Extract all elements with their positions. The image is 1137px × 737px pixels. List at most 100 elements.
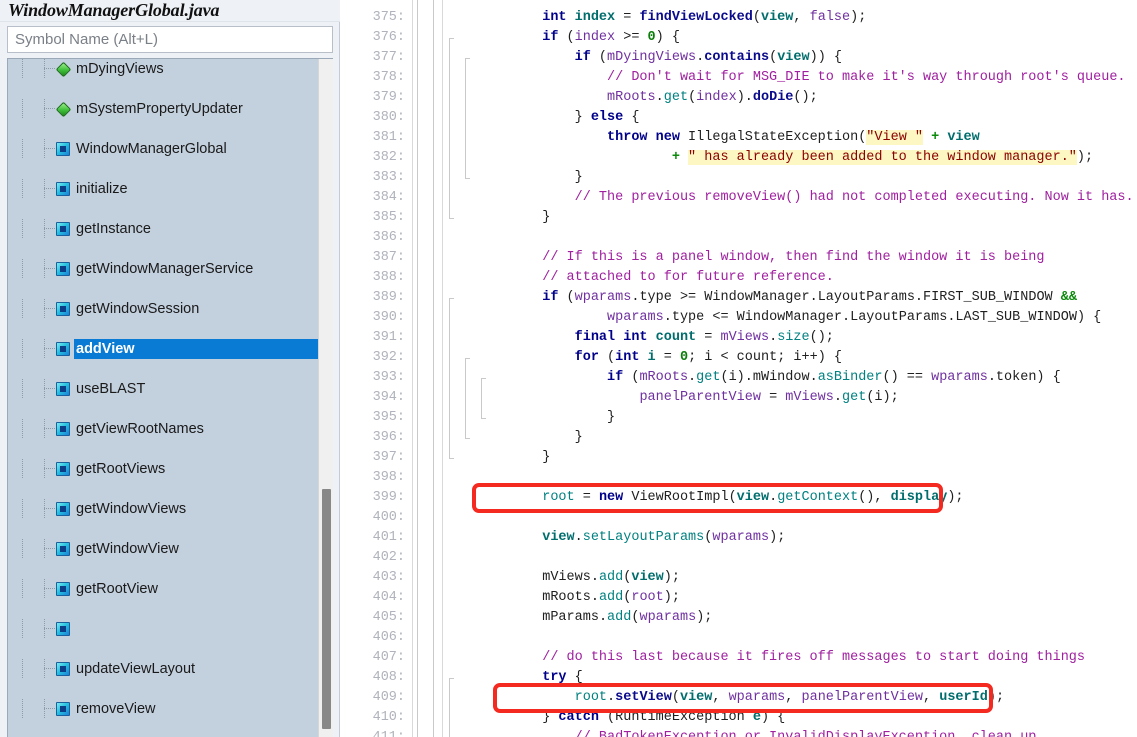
tree-item-getwindowview[interactable]: getWindowView bbox=[8, 539, 319, 559]
fold-guide-cap bbox=[449, 678, 454, 679]
line-number: 395: bbox=[372, 410, 405, 425]
method-icon bbox=[56, 302, 70, 316]
tree-item-getviewrootnames[interactable]: getViewRootNames bbox=[8, 419, 319, 439]
tree-indent-guide bbox=[22, 339, 23, 359]
tree-scrollbar-thumb[interactable] bbox=[322, 489, 331, 729]
fold-guide bbox=[449, 298, 450, 458]
tree-item-msystempropertyupdater[interactable]: mSystemPropertyUpdater bbox=[8, 99, 319, 119]
outline-tree[interactable]: mDyingViews mSystemPropertyUpdater WindowM… bbox=[7, 58, 333, 737]
fold-guide-cap bbox=[481, 418, 486, 419]
code-line[interactable]: 379: mRoots.get(index).doDie(); bbox=[341, 88, 1137, 108]
code-line[interactable]: 392: for (int i = 0; i < count; i++) { bbox=[341, 348, 1137, 368]
code-line[interactable]: 401: view.setLayoutParams(wparams); bbox=[341, 528, 1137, 548]
code-line[interactable]: 405: mParams.add(wparams); bbox=[341, 608, 1137, 628]
tree-indent-guide bbox=[22, 299, 23, 319]
tree-elbow bbox=[44, 708, 55, 709]
tree-elbow bbox=[44, 348, 55, 349]
code-line[interactable]: 397: } bbox=[341, 448, 1137, 468]
tree-scrollbar-track[interactable] bbox=[318, 59, 333, 737]
line-number: 393: bbox=[372, 370, 405, 385]
tree-item-getinstance[interactable]: getInstance bbox=[8, 219, 319, 239]
code-line[interactable]: 410: } catch (RuntimeException e) { bbox=[341, 708, 1137, 728]
code-line[interactable]: 400: bbox=[341, 508, 1137, 528]
tree-elbow bbox=[44, 188, 55, 189]
code-text: } else { bbox=[574, 110, 640, 125]
code-line[interactable]: 395: } bbox=[341, 408, 1137, 428]
tree-item-label: getRootView bbox=[76, 581, 158, 597]
code-line[interactable]: 396: } bbox=[341, 428, 1137, 448]
tree-item-initialize[interactable]: initialize bbox=[8, 179, 319, 199]
tree-elbow bbox=[44, 508, 55, 509]
code-line[interactable]: 403: mViews.add(view); bbox=[341, 568, 1137, 588]
code-line[interactable]: 399: root = new ViewRootImpl(view.getCon… bbox=[341, 488, 1137, 508]
code-line[interactable]: 402: bbox=[341, 548, 1137, 568]
code-line[interactable]: 393: if (mRoots.get(i).mWindow.asBinder(… bbox=[341, 368, 1137, 388]
fold-guide-cap bbox=[449, 298, 454, 299]
tree-item-label: getWindowViews bbox=[76, 501, 187, 517]
code-line[interactable]: 391: final int count = mViews.size(); bbox=[341, 328, 1137, 348]
code-line[interactable]: 375: int index = findViewLocked(view, fa… bbox=[341, 8, 1137, 28]
search-input[interactable] bbox=[8, 27, 332, 52]
tree-indent-guide bbox=[44, 579, 45, 599]
code-line[interactable]: 380: } else { bbox=[341, 108, 1137, 128]
code-line[interactable]: 385: } bbox=[341, 208, 1137, 228]
tree-item-addview[interactable]: addView bbox=[74, 339, 319, 359]
code-line[interactable]: 408: try { bbox=[341, 668, 1137, 688]
symbol-search-field[interactable] bbox=[7, 26, 333, 53]
method-icon bbox=[56, 462, 70, 476]
code-line[interactable]: 390: wparams.type <= WindowManager.Layou… bbox=[341, 308, 1137, 328]
code-line[interactable]: 383: } bbox=[341, 168, 1137, 188]
code-line[interactable]: 409: root.setView(view, wparams, panelPa… bbox=[341, 688, 1137, 708]
tree-indent-guide bbox=[44, 659, 45, 679]
method-icon bbox=[56, 222, 70, 236]
code-line[interactable]: 407: // do this last because it fires of… bbox=[341, 648, 1137, 668]
code-line[interactable]: 378: // Don't wait for MSG_DIE to make i… bbox=[341, 68, 1137, 88]
tree-item-removeview[interactable]: removeView bbox=[8, 699, 319, 719]
code-line[interactable]: 404: mRoots.add(root); bbox=[341, 588, 1137, 608]
tree-indent-guide bbox=[44, 379, 45, 399]
code-text: } bbox=[607, 410, 616, 425]
code-line[interactable]: 376: if (index >= 0) { bbox=[341, 28, 1137, 48]
line-number: 387: bbox=[372, 250, 405, 265]
code-line[interactable]: 387: // If this is a panel window, then … bbox=[341, 248, 1137, 268]
tree-item-windowmanagerglobal[interactable]: WindowManagerGlobal bbox=[8, 139, 319, 159]
line-number: 398: bbox=[372, 470, 405, 485]
code-line[interactable]: 389: if (wparams.type >= WindowManager.L… bbox=[341, 288, 1137, 308]
tree-elbow bbox=[44, 628, 55, 629]
tree-item-getrootviews[interactable]: getRootViews bbox=[8, 459, 319, 479]
code-line[interactable]: 374: bbox=[341, 0, 1137, 8]
tree-item-updateviewlayout[interactable]: updateViewLayout bbox=[8, 659, 319, 679]
tree-indent-guide bbox=[22, 219, 23, 239]
fold-guide-cap bbox=[481, 378, 486, 379]
code-line[interactable]: 382: + " has already been added to the w… bbox=[341, 148, 1137, 168]
tree-indent-guide bbox=[22, 259, 23, 279]
method-icon bbox=[56, 422, 70, 436]
tree-item-getwindowmanagerservice[interactable]: getWindowManagerService bbox=[8, 259, 319, 279]
code-text: // Don't wait for MSG_DIE to make it's w… bbox=[607, 70, 1126, 85]
code-text: root = new ViewRootImpl(view.getContext(… bbox=[542, 490, 964, 505]
line-number: 391: bbox=[372, 330, 405, 345]
code-line[interactable]: 394: panelParentView = mViews.get(i); bbox=[341, 388, 1137, 408]
code-line[interactable]: 406: bbox=[341, 628, 1137, 648]
code-line[interactable]: 388: // attached to for future reference… bbox=[341, 268, 1137, 288]
tree-item-mdyingviews[interactable]: mDyingViews bbox=[8, 59, 319, 79]
method-icon bbox=[56, 622, 70, 636]
tree-item-useblast[interactable]: useBLAST bbox=[8, 379, 319, 399]
code-line[interactable]: 411: // BadTokenException or InvalidDisp… bbox=[341, 728, 1137, 737]
line-number: 379: bbox=[372, 90, 405, 105]
tree-indent-guide bbox=[22, 99, 23, 119]
code-line[interactable]: 384: // The previous removeView() had no… bbox=[341, 188, 1137, 208]
code-line[interactable]: 377: if (mDyingViews.contains(view)) { bbox=[341, 48, 1137, 68]
tree-elbow bbox=[44, 548, 55, 549]
tree-item-getrootview[interactable]: getRootView bbox=[8, 579, 319, 599]
code-line[interactable]: 386: bbox=[341, 228, 1137, 248]
tree-item-getwindowsession[interactable]: getWindowSession bbox=[8, 299, 319, 319]
tree-item-getwindowviews[interactable]: getWindowViews bbox=[8, 499, 319, 519]
tree-item-label: getWindowSession bbox=[76, 301, 200, 317]
line-number: 406: bbox=[372, 630, 405, 645]
tree-item-label: useBLAST bbox=[76, 381, 146, 397]
code-line[interactable]: 381: throw new IllegalStateException("Vi… bbox=[341, 128, 1137, 148]
code-line[interactable]: 398: bbox=[341, 468, 1137, 488]
tree-item-label: getWindowView bbox=[76, 541, 179, 557]
code-editor[interactable]: 374:375: int index = findViewLocked(view… bbox=[341, 0, 1137, 737]
